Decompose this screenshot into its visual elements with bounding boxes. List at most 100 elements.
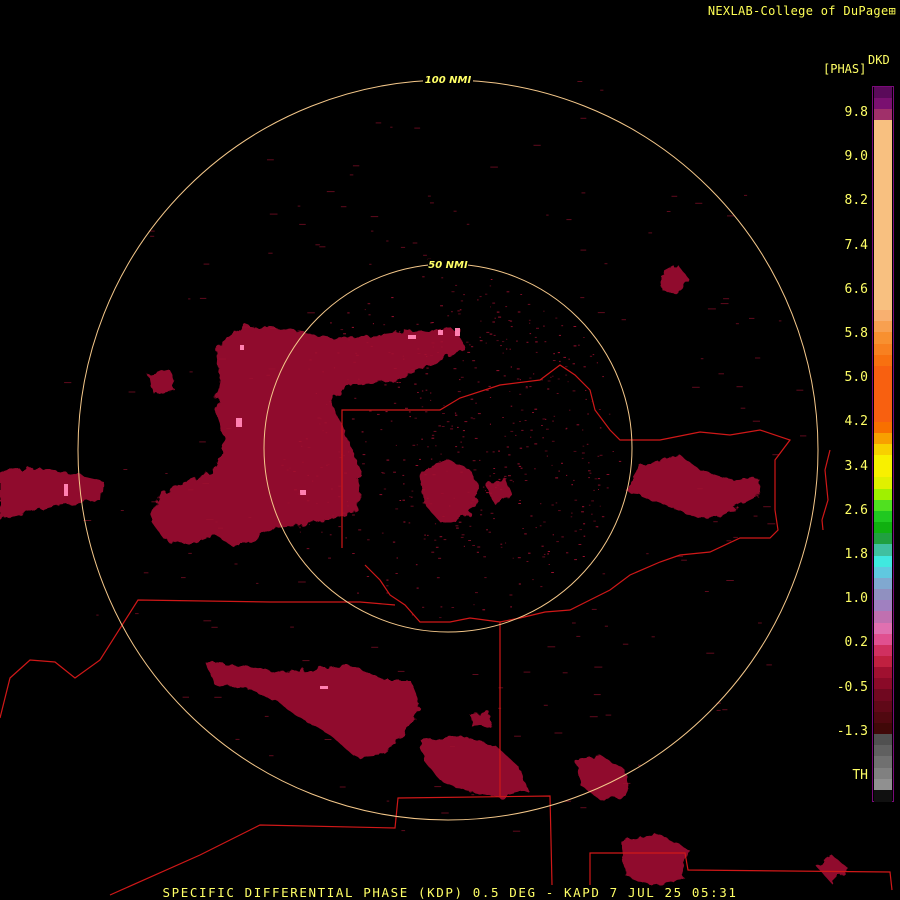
clutter-dot <box>585 398 587 400</box>
clutter-dot <box>597 312 605 314</box>
clutter-dot <box>580 249 587 251</box>
clutter-dot <box>402 499 405 501</box>
clutter-dot <box>527 303 531 305</box>
clutter-dot <box>546 428 549 430</box>
clutter-dot <box>470 502 473 504</box>
clutter-dot <box>492 451 495 453</box>
clutter-dot <box>457 310 460 312</box>
clutter-dot <box>441 812 449 814</box>
clutter-dot <box>455 525 459 527</box>
clutter-dot <box>412 444 416 446</box>
clutter-dot <box>477 546 481 548</box>
clutter-dot <box>525 386 528 388</box>
clutter-dot <box>269 755 274 757</box>
echo-far-west <box>0 468 102 520</box>
clutter-dot <box>448 505 451 507</box>
clutter-dot <box>524 473 527 475</box>
clutter-dot <box>431 342 435 344</box>
clutter-dot <box>368 314 371 316</box>
clutter-dot <box>565 428 568 430</box>
clutter-dot <box>541 425 543 426</box>
clutter-dot <box>700 358 704 360</box>
clutter-dot <box>422 606 425 608</box>
clutter-dot <box>457 391 461 393</box>
clutter-dot <box>411 490 414 492</box>
clutter-dot <box>410 496 413 498</box>
clutter-dot <box>772 454 779 456</box>
clutter-dot <box>578 344 580 346</box>
clutter-dot <box>524 480 528 481</box>
clutter-dot <box>485 342 487 344</box>
clutter-dot <box>569 409 571 411</box>
clutter-dot <box>217 527 223 529</box>
color-scale-segment <box>874 667 892 679</box>
color-scale-segment <box>874 120 892 133</box>
clutter-dot <box>386 240 389 242</box>
clutter-dot <box>600 89 604 91</box>
clutter-dot <box>571 512 573 514</box>
radar-map: 50 NMI 100 NMI <box>0 74 893 896</box>
clutter-dot <box>489 333 493 335</box>
clutter-dot <box>425 356 428 357</box>
color-scale-segment <box>874 566 892 579</box>
clutter-dot <box>567 381 569 383</box>
color-scale-segment <box>874 298 892 311</box>
clutter-dot <box>421 390 424 392</box>
color-scale-segment <box>874 700 892 713</box>
clutter-dot <box>496 484 499 486</box>
clutter-dot <box>767 523 776 525</box>
clutter-dot <box>582 506 585 508</box>
clutter-dot <box>542 418 546 420</box>
clutter-dot <box>459 309 462 311</box>
clutter-dot <box>322 430 324 432</box>
mexico-border-south <box>109 795 553 896</box>
clutter-dot <box>546 455 548 457</box>
clutter-dot <box>509 479 513 481</box>
clutter-dot <box>535 341 538 343</box>
clutter-dot <box>490 512 494 514</box>
clutter-dot <box>489 285 492 287</box>
clutter-dot <box>763 506 771 508</box>
clutter-dot <box>519 379 521 381</box>
clutter-dot <box>269 213 278 215</box>
clutter-dot <box>504 466 508 468</box>
color-scale-segment <box>874 243 892 255</box>
clutter-dot <box>393 368 397 369</box>
clutter-dot <box>519 500 521 501</box>
clutter-dot <box>551 440 555 442</box>
clutter-dot <box>338 496 341 498</box>
clutter-dot <box>470 417 473 419</box>
clutter-dot <box>345 537 347 539</box>
color-scale-segment <box>874 734 892 746</box>
clutter-dot <box>432 346 434 348</box>
clutter-dot <box>64 382 72 384</box>
clutter-dot <box>593 520 596 522</box>
clutter-dot <box>416 336 419 338</box>
clutter-dot <box>509 348 511 350</box>
clutter-dot <box>605 714 612 716</box>
clutter-dot <box>571 484 573 486</box>
clutter-dot <box>536 327 539 329</box>
clutter-dot <box>299 531 301 533</box>
clutter-dot <box>340 206 347 208</box>
clutter-dot <box>489 492 493 494</box>
clutter-dot <box>541 545 544 547</box>
color-scale-segment <box>874 466 892 479</box>
clutter-dot <box>623 782 631 784</box>
clutter-dot <box>496 370 500 372</box>
color-scale-segment <box>874 131 892 144</box>
clutter-dot <box>505 306 508 308</box>
clutter-dot <box>450 745 456 747</box>
echo-south-center <box>420 735 528 798</box>
clutter-dot <box>248 517 252 518</box>
color-scale-bar <box>872 86 894 802</box>
clutter-dot <box>559 360 561 362</box>
clutter-dot <box>551 504 554 506</box>
clutter-dot <box>453 497 455 499</box>
color-scale-segment <box>874 622 892 635</box>
clutter-dot <box>386 579 389 581</box>
clutter-dot <box>429 503 433 505</box>
clutter-dot <box>471 499 475 501</box>
clutter-dot <box>391 297 394 299</box>
clutter-dot <box>548 564 550 565</box>
